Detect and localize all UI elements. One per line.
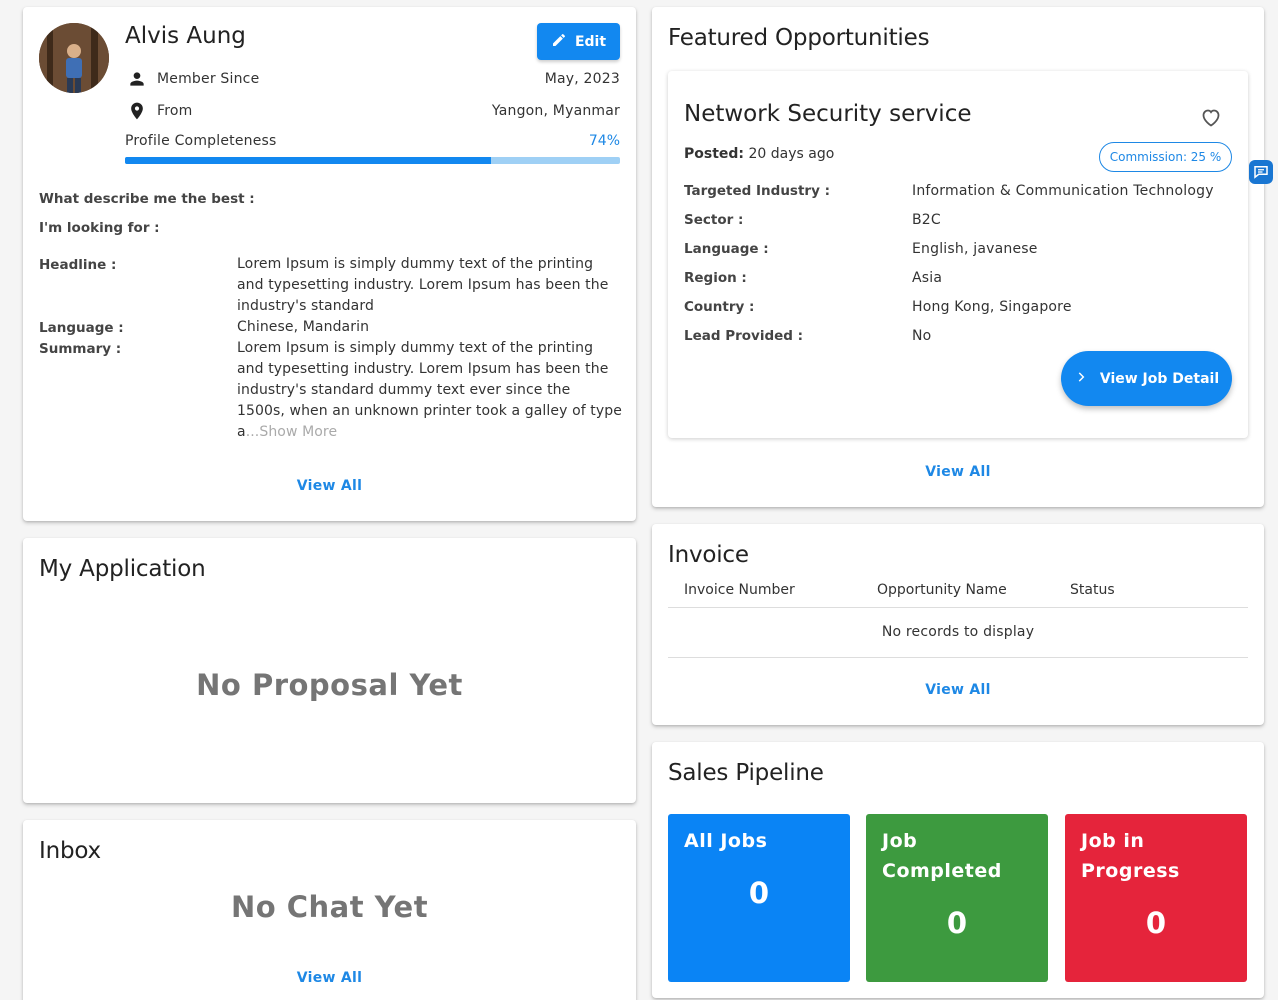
field-value: Asia <box>912 270 943 286</box>
member-since-value: May, 2023 <box>544 71 620 87</box>
tile-title: Job Completed <box>882 830 1002 882</box>
featured-opportunities-card: Featured Opportunities Network Security … <box>652 7 1264 507</box>
invoice-table-header: Invoice Number Opportunity Name Status <box>668 580 1248 608</box>
field-value: B2C <box>912 212 941 228</box>
chevron-right-icon <box>1074 370 1088 388</box>
invoice-view-all-link[interactable]: View All <box>652 682 1264 698</box>
tile-count: 0 <box>748 876 770 910</box>
edit-label: Edit <box>574 33 607 50</box>
view-job-detail-label: View Job Detail <box>1099 370 1220 387</box>
describe-label: What describe me the best : <box>39 191 255 207</box>
avatar-photo <box>39 23 109 93</box>
no-chat-message: No Chat Yet <box>230 890 429 924</box>
job-in-progress-tile[interactable]: Job in Progress 0 <box>1065 814 1247 982</box>
member-since-label: Member Since <box>157 71 260 87</box>
profile-card: Alvis Aung Edit Member Since May, 2023 F… <box>23 7 636 521</box>
all-jobs-tile[interactable]: All Jobs 0 <box>668 814 850 982</box>
chat-bubble-icon[interactable] <box>1249 160 1273 184</box>
member-since-row: Member Since May, 2023 <box>125 68 620 90</box>
my-application-card: My Application No Proposal Yet <box>23 538 636 803</box>
pipeline-title: Sales Pipeline <box>668 760 824 786</box>
tile-count: 0 <box>1145 906 1167 940</box>
posted-label: Posted: <box>684 146 745 162</box>
pencil-icon <box>551 32 567 52</box>
profile-completeness-label: Profile Completeness <box>125 133 277 149</box>
profile-completeness-bar <box>125 157 620 164</box>
profile-completeness-fill <box>125 157 492 164</box>
language-value: Chinese, Mandarin <box>237 319 370 335</box>
job-completed-tile[interactable]: Job Completed 0 <box>866 814 1048 982</box>
from-value: Yangon, Myanmar <box>491 103 620 119</box>
person-icon <box>125 68 149 90</box>
heart-outline-icon[interactable] <box>1199 105 1223 129</box>
field-value: Information & Communication Technology <box>912 183 1214 199</box>
headline-label: Headline : <box>39 257 117 273</box>
field-value: No <box>912 328 932 344</box>
field-label: Country : <box>684 299 755 315</box>
inbox-view-all-link[interactable]: View All <box>23 970 636 986</box>
opportunity-title: Network Security service <box>684 101 972 127</box>
tile-title: All Jobs <box>684 830 768 852</box>
inbox-title: Inbox <box>39 838 101 864</box>
field-label: Region : <box>684 270 747 286</box>
summary-block: Lorem Ipsum is simply dummy text of the … <box>237 338 622 443</box>
headline-value: Lorem Ipsum is simply dummy text of the … <box>237 256 609 314</box>
column-header[interactable]: Status <box>1070 582 1115 598</box>
show-more-link[interactable]: ...Show More <box>246 424 337 440</box>
language-label: Language : <box>39 320 124 336</box>
featured-view-all-link[interactable]: View All <box>652 464 1264 480</box>
edit-button[interactable]: Edit <box>537 23 620 60</box>
featured-title: Featured Opportunities <box>668 25 930 51</box>
field-label: Lead Provided : <box>684 328 804 344</box>
field-value: Hong Kong, Singapore <box>912 299 1072 315</box>
inbox-card: Inbox No Chat Yet View All <box>23 820 636 1000</box>
no-records-message: No records to display <box>668 609 1248 658</box>
tile-title: Job in Progress <box>1081 830 1180 882</box>
field-value: English, javanese <box>912 241 1038 257</box>
posted-info: Posted: 20 days ago <box>684 146 834 162</box>
profile-name: Alvis Aung <box>125 23 246 49</box>
invoice-title: Invoice <box>668 542 749 568</box>
looking-for-label: I'm looking for : <box>39 220 160 236</box>
commission-badge: Commission: 25 % <box>1099 142 1232 172</box>
profile-view-all-link[interactable]: View All <box>23 478 636 494</box>
profile-completeness-value: 74% <box>588 133 620 149</box>
tile-count: 0 <box>946 906 968 940</box>
sales-pipeline-card: Sales Pipeline All Jobs 0 Job Completed … <box>652 742 1264 998</box>
avatar[interactable] <box>39 23 109 93</box>
posted-value: 20 days ago <box>748 146 835 162</box>
application-title: My Application <box>39 556 206 582</box>
field-label: Sector : <box>684 212 744 228</box>
from-label: From <box>157 103 193 119</box>
column-header[interactable]: Opportunity Name <box>877 582 1007 598</box>
location-pin-icon <box>125 100 149 122</box>
view-job-detail-button[interactable]: View Job Detail <box>1061 351 1232 406</box>
no-proposal-message: No Proposal Yet <box>196 668 463 702</box>
summary-label: Summary : <box>39 341 122 357</box>
column-header[interactable]: Invoice Number <box>684 582 795 598</box>
field-label: Targeted Industry : <box>684 183 830 199</box>
field-label: Language : <box>684 241 769 257</box>
opportunity-card[interactable]: Network Security service Posted: 20 days… <box>668 71 1248 438</box>
from-row: From Yangon, Myanmar <box>125 100 620 122</box>
invoice-card: Invoice Invoice Number Opportunity Name … <box>652 524 1264 725</box>
